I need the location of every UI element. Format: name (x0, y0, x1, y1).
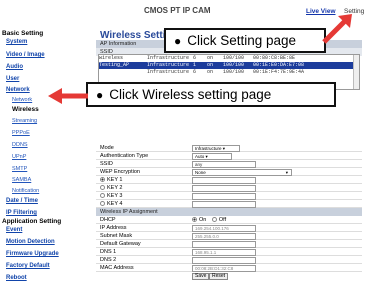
key4-radio[interactable] (100, 201, 105, 206)
ip-assign-header: Wireless IP Assignment (96, 208, 362, 216)
key1-radio[interactable] (100, 177, 105, 182)
sidebar-item-notification[interactable]: Notification (12, 188, 39, 194)
sidebar-item-event[interactable]: Event (6, 227, 22, 233)
sidebar-item-system[interactable]: System (6, 39, 27, 45)
dns2-label: DNS 2 (100, 257, 117, 263)
ap-row-selected[interactable]: Testing_AP Infrastructure 1 on 100/100 00:1E:… (99, 62, 359, 69)
sidebar-heading-application-setting: Application Setting (2, 218, 62, 225)
dhcp-row: DHCP On Off (96, 216, 362, 224)
button-row: Save Reset (96, 272, 362, 280)
key3-input[interactable] (192, 193, 256, 200)
dhcp-label: DHCP (100, 217, 116, 223)
sidebar-heading-basic-setting: Basic Setting (2, 30, 44, 37)
ssid-input[interactable]: any (192, 161, 256, 168)
ip-row: IP Address 169.254.100.176 (96, 224, 362, 232)
dns2-row: DNS 2 (96, 256, 362, 264)
wep-select[interactable]: None ▾ (192, 169, 292, 176)
ip-label: IP Address (100, 225, 127, 231)
dhcp-on-radio[interactable] (192, 217, 197, 222)
header: CMOS PT IP CAM Live View Setting (0, 0, 372, 24)
mac-label: MAC Address (100, 265, 134, 271)
sidebar-item-wireless[interactable]: Wireless (12, 106, 39, 113)
sidebar-item-network-sub[interactable]: Network (12, 97, 32, 103)
key4-input[interactable] (192, 201, 256, 208)
sidebar-item-upnp[interactable]: UPnP (12, 154, 26, 160)
callout-setting: ● Click Setting page (164, 28, 326, 53)
dns1-input[interactable]: 168.95.1.1 (192, 249, 256, 256)
ap-row[interactable]: wireless Infrastructure 6 on 100/100 00:80:C8… (99, 55, 359, 62)
dns1-label: DNS 1 (100, 249, 117, 255)
wep-label: WEP Encryption (100, 169, 140, 175)
key3-row[interactable]: KEY 3 (96, 192, 362, 200)
gateway-row: Default Gateway (96, 240, 362, 248)
dhcp-off-radio[interactable] (211, 217, 217, 222)
sidebar-item-ip-filtering[interactable]: IP Filtering (6, 210, 37, 216)
mac-row: MAC Address 00:08:2B:D1:32:C8 (96, 264, 362, 272)
sidebar-item-samba[interactable]: SAMBA (12, 177, 31, 183)
mask-label: Subnet Mask (100, 233, 133, 239)
key2-row[interactable]: KEY 2 (96, 184, 362, 192)
main-panel: Wireless Setting AP Information SSID wir… (96, 26, 362, 281)
mac-input[interactable]: 00:08:2B:D1:32:C8 (192, 265, 256, 272)
bullet-icon: ● (96, 88, 104, 102)
ssid-row: SSID any (96, 160, 362, 168)
key1-input[interactable] (192, 177, 256, 184)
sidebar-item-motion-detection[interactable]: Motion Detection (6, 239, 55, 245)
bullet-icon: ● (174, 34, 182, 48)
sidebar-item-network[interactable]: Network (6, 87, 30, 93)
key2-input[interactable] (192, 185, 256, 192)
dns2-input[interactable] (192, 257, 256, 264)
key1-row[interactable]: KEY 1 (96, 176, 362, 184)
gateway-label: Default Gateway (100, 241, 141, 247)
key4-row[interactable]: KEY 4 (96, 200, 362, 208)
sidebar-item-audio[interactable]: Audio (6, 64, 23, 70)
sidebar-item-streaming[interactable]: Streaming (12, 118, 37, 124)
callout-setting-arrow-icon (322, 14, 352, 44)
sidebar-item-user[interactable]: User (6, 76, 19, 82)
sidebar-item-factory-default[interactable]: Factory Default (6, 263, 50, 269)
sidebar-item-smtp[interactable]: SMTP (12, 166, 27, 172)
mask-input[interactable]: 255.255.0.0 (192, 233, 256, 240)
dns1-row: DNS 1 168.95.1.1 (96, 248, 362, 256)
sidebar-item-firmware-upgrade[interactable]: Firmware Upgrade (6, 251, 59, 257)
callout-wireless-arrow-icon (48, 88, 88, 104)
app-title: CMOS PT IP CAM (144, 6, 211, 15)
mode-row: Mode Infrastructure ▾ (96, 144, 362, 152)
ap-list-scrollbar[interactable] (353, 55, 359, 89)
sidebar-item-video-image[interactable]: Video / Image (6, 52, 45, 58)
sidebar-item-pppoe[interactable]: PPPoE (12, 130, 30, 136)
key2-radio[interactable] (100, 185, 105, 190)
sidebar-item-reboot[interactable]: Reboot (6, 275, 27, 281)
mode-select[interactable]: Infrastructure ▾ (192, 145, 240, 152)
ip-input[interactable]: 169.254.100.176 (192, 225, 256, 232)
mask-row: Subnet Mask 255.255.0.0 (96, 232, 362, 240)
reset-button[interactable]: Reset (209, 273, 229, 280)
sidebar-item-ddns[interactable]: DDNS (12, 142, 28, 148)
mode-label: Mode (100, 145, 114, 151)
sidebar-item-date-time[interactable]: Date / Time (6, 198, 38, 204)
callout-wireless: ● Click Wireless setting page (86, 82, 336, 107)
key3-radio[interactable] (100, 193, 105, 198)
save-button[interactable]: Save (192, 273, 210, 280)
gateway-input[interactable] (192, 241, 256, 248)
wep-row: WEP Encryption None ▾ (96, 168, 362, 176)
auth-select[interactable]: Auto ▾ (192, 153, 232, 160)
dhcp-toggle[interactable]: On Off (192, 216, 226, 224)
ap-row[interactable]: Infrastructure 6 on 100/100 00:1E:F4:7E:9E:4… (99, 69, 359, 76)
auth-label: Authentication Type (100, 153, 149, 159)
ssid-label: SSID (100, 161, 113, 167)
sidebar: Basic Setting System Video / Image Audio… (0, 26, 88, 281)
auth-row: Authentication Type Auto ▾ (96, 152, 362, 160)
